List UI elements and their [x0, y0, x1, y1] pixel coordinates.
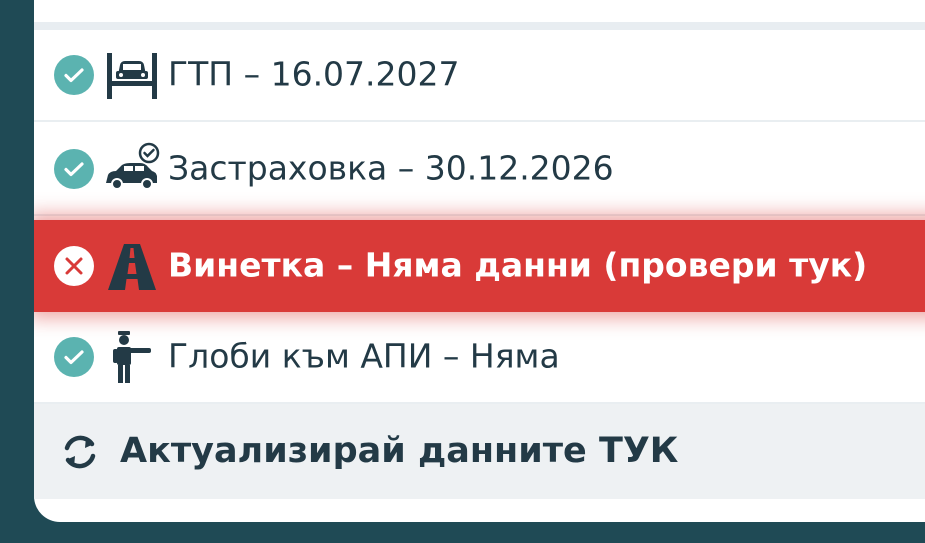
check-label: ГТП – 16.07.2027 [168, 54, 460, 94]
check-row-insurance[interactable]: Застраховка – 30.12.2026 [34, 124, 925, 216]
car-lift-icon [104, 47, 160, 103]
refresh-icon [58, 432, 102, 472]
traffic-officer-icon [104, 329, 160, 385]
check-row-gtp[interactable]: ГТП – 16.07.2027 [34, 30, 925, 122]
check-row-vignette[interactable]: Винетка – Няма данни (провери тук) [34, 220, 925, 312]
check-label: Застраховка – 30.12.2026 [168, 148, 614, 188]
check-label: Глоби към АПИ – Няма [168, 336, 560, 376]
top-divider [34, 0, 925, 30]
check-row-fines[interactable]: Глоби към АПИ – Няма [34, 312, 925, 404]
car-insurance-icon [104, 141, 160, 197]
check-ok-icon [54, 337, 94, 377]
refresh-data-button[interactable]: Актуализирай данните ТУК [34, 404, 925, 499]
road-icon [104, 238, 160, 294]
check-ok-icon [54, 149, 94, 189]
refresh-label: Актуализирай данните ТУК [120, 430, 679, 471]
check-ok-icon [54, 55, 94, 95]
check-label: Винетка – Няма данни (провери тук) [168, 245, 868, 285]
error-x-icon [54, 246, 94, 286]
vehicle-status-card: ГТП – 16.07.2027 Застраховка – 30.12.202… [34, 0, 925, 522]
